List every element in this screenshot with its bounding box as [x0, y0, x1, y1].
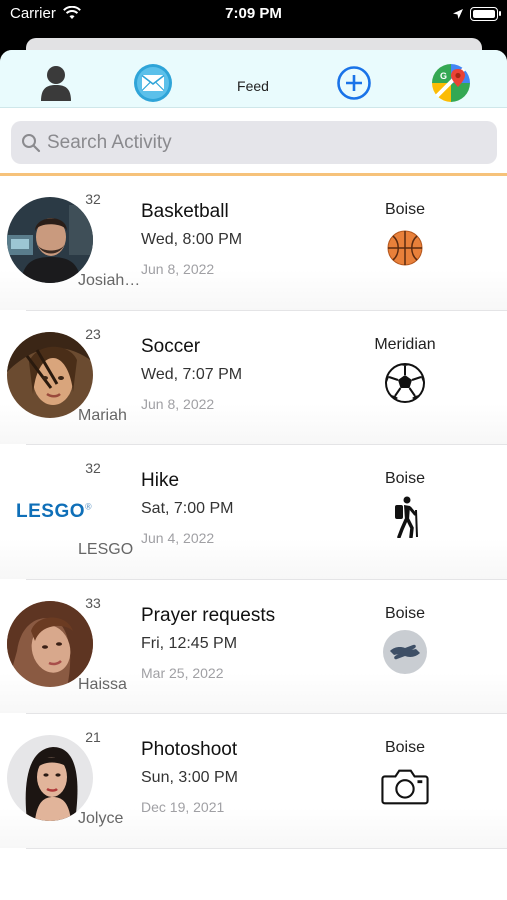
user-name: Josiah… — [78, 272, 141, 289]
posted-date: Jun 8, 2022 — [141, 261, 215, 277]
activity-time: Sun, 3:00 PM — [141, 769, 238, 786]
user-avatar[interactable] — [7, 735, 93, 821]
svg-text:G: G — [440, 71, 447, 81]
user-avatar[interactable] — [7, 331, 93, 418]
activity-list: 32 Josiah… Basketball Wed, 8:00 PM Jun 8… — [0, 176, 507, 849]
user-name: Jolyce — [78, 810, 124, 827]
activity-time: Sat, 7:00 PM — [141, 500, 234, 517]
activity-row[interactable]: LESGO® 32 LESGO Hike Sat, 7:00 PM Jun 4,… — [0, 445, 507, 580]
user-age: 33 — [85, 594, 101, 611]
lesgo-logo[interactable]: LESGO® — [16, 501, 92, 523]
activity-city: Boise — [384, 604, 426, 622]
user-age: 23 — [85, 325, 101, 342]
activity-title: Prayer requests — [141, 604, 276, 626]
activity-title: Basketball — [141, 201, 229, 222]
activity-row[interactable]: 23 Mariah Soccer Wed, 7:07 PM Jun 8, 202… — [0, 310, 507, 445]
map-button[interactable]: G — [430, 63, 472, 108]
feed-sheet: Feed G Search Activity 32 Josiah… Basket… — [0, 50, 507, 900]
user-name: LESGO — [78, 541, 134, 558]
location-arrow-icon — [452, 7, 464, 25]
soccer-ball-icon — [381, 361, 429, 405]
search-bar — [11, 121, 497, 164]
search-icon — [21, 133, 41, 158]
activity-city: Boise — [384, 470, 426, 487]
user-name: Haissa — [78, 675, 127, 693]
add-icon — [336, 65, 372, 106]
battery-icon — [470, 7, 501, 21]
user-name: Mariah — [78, 406, 127, 424]
user-age: 32 — [85, 191, 101, 207]
profile-button[interactable] — [35, 64, 77, 106]
camera-icon — [381, 764, 429, 808]
hiker-icon — [381, 495, 429, 539]
activity-time: Wed, 7:07 PM — [141, 365, 243, 383]
clock: 7:09 PM — [225, 5, 282, 22]
search-input[interactable] — [47, 121, 487, 164]
status-bar: Carrier 7:09 PM — [0, 0, 507, 30]
user-avatar[interactable] — [7, 600, 93, 687]
activity-title: Photoshoot — [141, 739, 238, 760]
profile-icon — [39, 64, 73, 107]
posted-date: Jun 8, 2022 — [141, 395, 215, 412]
activity-row[interactable]: 21 Jolyce Photoshoot Sun, 3:00 PM Dec 19… — [0, 714, 507, 849]
activity-city: Boise — [384, 201, 426, 218]
activity-time: Wed, 8:00 PM — [141, 231, 243, 248]
user-avatar[interactable] — [7, 197, 93, 283]
activity-time: Fri, 12:45 PM — [141, 634, 238, 652]
activity-row[interactable]: 33 Haissa Prayer requests Fri, 12:45 PM … — [0, 579, 507, 714]
activity-title: Soccer — [141, 335, 201, 357]
posted-date: Mar 25, 2022 — [141, 664, 224, 681]
activity-city: Meridian — [374, 335, 436, 353]
google-maps-icon: G — [431, 63, 471, 108]
activity-city: Boise — [384, 739, 426, 756]
user-age: 21 — [85, 729, 101, 745]
posted-date: Jun 4, 2022 — [141, 530, 215, 546]
activity-title: Hike — [141, 470, 180, 491]
posted-date: Dec 19, 2021 — [141, 799, 225, 815]
feed-tab[interactable]: Feed — [225, 78, 281, 94]
add-activity-button[interactable] — [333, 64, 375, 106]
messages-button[interactable] — [132, 63, 174, 108]
mail-icon — [133, 63, 173, 108]
user-age: 32 — [85, 460, 101, 476]
helping-hands-icon — [381, 629, 429, 674]
top-nav: Feed G — [0, 50, 507, 108]
basketball-icon — [381, 226, 429, 270]
activity-row[interactable]: 32 Josiah… Basketball Wed, 8:00 PM Jun 8… — [0, 176, 507, 311]
